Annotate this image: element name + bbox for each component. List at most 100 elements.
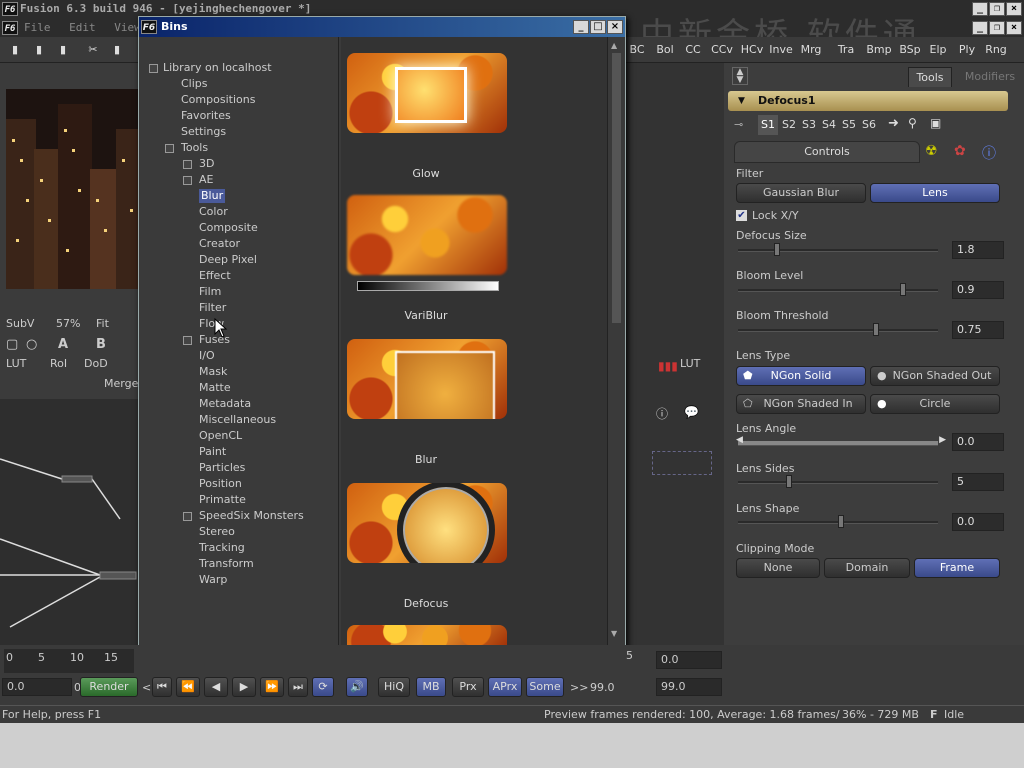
slot-s5[interactable]: S5: [842, 118, 856, 131]
render-start-field[interactable]: 0.0: [2, 678, 72, 696]
tool-ply[interactable]: Ply: [954, 40, 980, 60]
expand-collapse-icon[interactable]: ▲ ▼: [732, 67, 748, 85]
dod-button[interactable]: DoD: [84, 357, 108, 370]
tree-item[interactable]: Compositions: [181, 93, 255, 107]
tree-item[interactable]: Deep Pixel: [199, 253, 257, 267]
subv-dropdown[interactable]: SubV: [6, 317, 34, 330]
lens-circle-button[interactable]: ● Circle: [870, 394, 1000, 414]
menu-file[interactable]: File: [24, 19, 51, 37]
save-settings-icon[interactable]: ▣: [930, 116, 941, 130]
tree-item[interactable]: OpenCL: [199, 429, 242, 443]
slot-s6[interactable]: S6: [862, 118, 876, 131]
tree-item[interactable]: SpeedSix Monsters: [199, 509, 304, 523]
navigator-preview[interactable]: [652, 451, 712, 475]
step-forward-icon[interactable]: ⏩: [260, 677, 284, 697]
gear-icon[interactable]: ✿: [954, 143, 966, 159]
menu-edit[interactable]: Edit: [69, 19, 96, 37]
pin-icon[interactable]: ⊸: [734, 118, 743, 131]
view-b-button[interactable]: B: [96, 337, 106, 352]
render-button[interactable]: Render: [80, 677, 138, 697]
tool-elp[interactable]: Elp: [926, 40, 950, 60]
tab-tools[interactable]: Tools: [908, 67, 952, 87]
collapse-arrow-icon[interactable]: ▼: [738, 91, 745, 111]
lens-shape-value[interactable]: 0.0: [952, 513, 1004, 531]
flow-view[interactable]: [0, 399, 138, 645]
tile-defocus[interactable]: [347, 483, 507, 563]
tool-ccv[interactable]: CCv: [708, 40, 736, 60]
mb-button[interactable]: MB: [416, 677, 446, 697]
slot-s2[interactable]: S2: [782, 118, 796, 131]
some-button[interactable]: Some: [526, 677, 564, 697]
tool-header[interactable]: ▼ Defocus1: [728, 91, 1008, 111]
tree-item[interactable]: Matte: [199, 381, 231, 395]
bloom-threshold-slider[interactable]: [738, 323, 938, 336]
tree-item[interactable]: Favorites: [181, 109, 231, 123]
new-icon[interactable]: ▮: [6, 40, 24, 60]
fit-button[interactable]: Fit: [96, 317, 109, 330]
comment-icon[interactable]: 💬: [684, 405, 699, 419]
tool-bmp[interactable]: Bmp: [864, 40, 894, 60]
loop-icon[interactable]: ⟳: [312, 677, 334, 697]
tree-item[interactable]: Library on localhost: [163, 61, 272, 75]
tree-item[interactable]: Primatte: [199, 493, 246, 507]
save-icon[interactable]: ▮: [54, 40, 72, 60]
clipping-frame-button[interactable]: Frame: [914, 558, 1000, 578]
bins-titlebar[interactable]: F6 Bins _ □ ×: [139, 17, 625, 37]
doc-minimize-button[interactable]: _: [972, 21, 988, 35]
goto-end-icon[interactable]: ⏭: [288, 677, 308, 697]
tree-item[interactable]: Clips: [181, 77, 208, 91]
menu-view[interactable]: View: [114, 19, 141, 37]
defocus-size-slider[interactable]: [738, 243, 938, 256]
lock-xy-checkbox[interactable]: ✔: [736, 210, 747, 221]
lens-sides-value[interactable]: 5: [952, 473, 1004, 491]
tool-mrg[interactable]: Mrg: [797, 40, 825, 60]
slot-s3[interactable]: S3: [802, 118, 816, 131]
prx-button[interactable]: Prx: [452, 677, 484, 697]
expand-toggle-icon[interactable]: [183, 176, 192, 185]
clipping-none-button[interactable]: None: [736, 558, 820, 578]
tree-item[interactable]: Composite: [199, 221, 258, 235]
bins-maximize-button[interactable]: □: [590, 20, 606, 34]
minimize-button[interactable]: _: [972, 2, 988, 16]
doc-close-button[interactable]: ×: [1006, 21, 1022, 35]
lut-dropdown[interactable]: LUT: [6, 357, 26, 370]
bloom-level-value[interactable]: 0.9: [952, 281, 1004, 299]
tool-bc[interactable]: BC: [624, 40, 650, 60]
restore-button[interactable]: ❐: [989, 2, 1005, 16]
filter-lens-button[interactable]: Lens: [870, 183, 1000, 203]
tree-item[interactable]: Paint: [199, 445, 226, 459]
rect-tool-icon[interactable]: ▢: [6, 337, 18, 352]
tree-item[interactable]: Position: [199, 477, 242, 491]
scroll-left-icon[interactable]: <: [142, 681, 151, 694]
current-time-field[interactable]: 0.0: [656, 651, 722, 669]
tree-item[interactable]: Mask: [199, 365, 227, 379]
render-end-value[interactable]: 99.0: [590, 681, 615, 694]
expand-toggle-icon[interactable]: [183, 336, 192, 345]
view-a-button[interactable]: A: [58, 337, 68, 352]
lens-ngon-solid-button[interactable]: ⬟ NGon Solid: [736, 366, 866, 386]
play-icon[interactable]: ▶: [232, 677, 256, 697]
scroll-down-icon[interactable]: ▼: [611, 629, 617, 638]
tree-item[interactable]: AE: [199, 173, 213, 187]
tool-bsp[interactable]: BSp: [896, 40, 924, 60]
bloom-level-slider[interactable]: [738, 283, 938, 296]
expand-toggle-icon[interactable]: [149, 64, 158, 73]
radioactive-icon[interactable]: ☢: [925, 143, 938, 159]
open-icon[interactable]: ▮: [30, 40, 48, 60]
tree-item[interactable]: Effect: [199, 269, 231, 283]
tool-rng[interactable]: Rng: [982, 40, 1010, 60]
goto-start-icon[interactable]: ⏮: [152, 677, 172, 697]
tile-blur[interactable]: [347, 339, 507, 419]
tree-item[interactable]: Stereo: [199, 525, 235, 539]
tile-next[interactable]: [347, 625, 507, 647]
tool-cc[interactable]: CC: [680, 40, 706, 60]
viewer-image[interactable]: [6, 89, 138, 289]
color-channels-icon[interactable]: ▮▮▮: [658, 359, 678, 373]
expand-toggle-icon[interactable]: [165, 144, 174, 153]
step-back-icon[interactable]: ⏪: [176, 677, 200, 697]
link-icon[interactable]: ⚲: [908, 116, 917, 130]
expand-toggle-icon[interactable]: [183, 160, 192, 169]
roi-dropdown[interactable]: RoI: [50, 357, 67, 370]
lens-angle-value[interactable]: 0.0: [952, 433, 1004, 451]
lut-right-dropdown[interactable]: LUT: [680, 357, 700, 370]
